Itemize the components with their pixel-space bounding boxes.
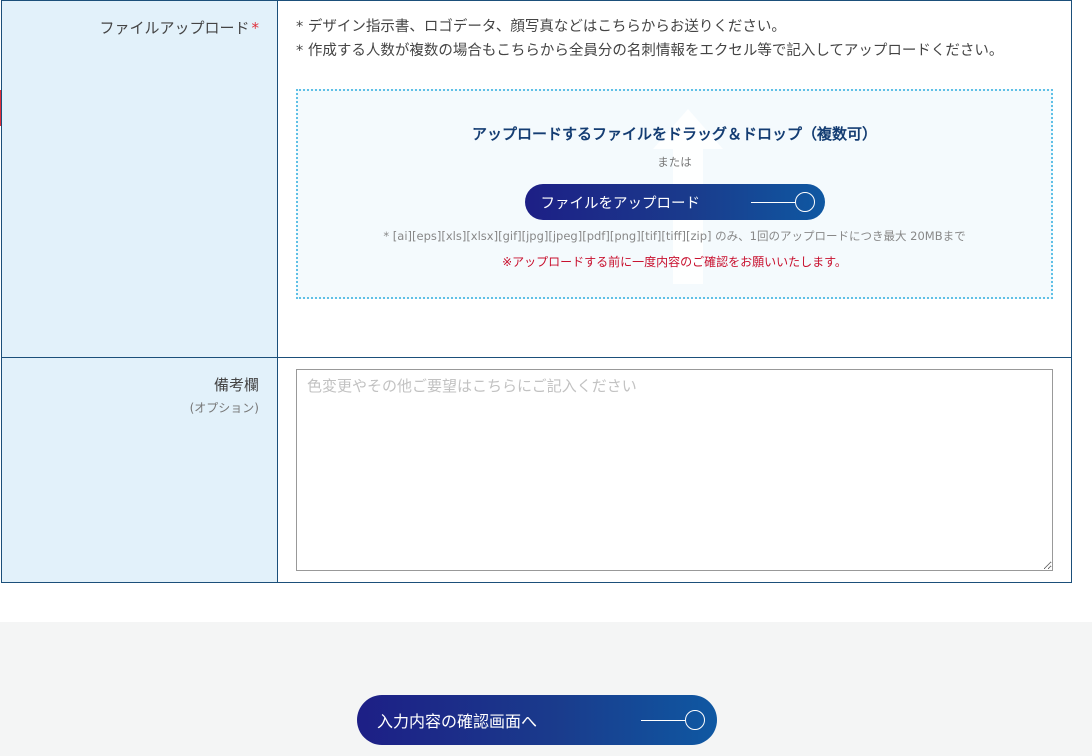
arrow-circle-icon [750, 192, 815, 212]
dropzone-or-text: または [657, 155, 692, 169]
remarks-label-cell: 備考欄 (オプション) [2, 358, 278, 582]
upload-file-button[interactable]: ファイルをアップロード [524, 184, 825, 220]
submit-section: 入力内容の確認画面へ [0, 622, 1092, 756]
dropzone-title: アップロードするファイルをドラッグ＆ドロップ（複数可） [471, 125, 877, 143]
file-upload-label: ファイルアップロード [99, 19, 250, 37]
remarks-row: 備考欄 (オプション) [2, 357, 1071, 582]
upload-warning-text: ※アップロードする前に一度内容のご確認をお願いいたします。 [502, 255, 847, 269]
file-dropzone[interactable]: アップロードするファイルをドラッグ＆ドロップ（複数可） または ファイルをアップ… [296, 89, 1053, 299]
arrow-circle-icon [641, 710, 705, 730]
remarks-textarea[interactable] [296, 369, 1053, 571]
remarks-optional-label: (オプション) [189, 401, 259, 415]
upload-note-1: * デザイン指示書、ロゴデータ、顔写真などはこちらからお送りください。 [296, 19, 786, 35]
upload-file-button-label: ファイルをアップロード [540, 195, 701, 212]
remarks-content [278, 358, 1071, 582]
allowed-formats-text: * [ai][eps][xls][xlsx][gif][jpg][jpeg][p… [383, 229, 966, 243]
form-table: ファイルアップロード * * デザイン指示書、ロゴデータ、顔写真などはこちらからお… [1, 0, 1072, 583]
file-upload-row: ファイルアップロード * * デザイン指示書、ロゴデータ、顔写真などはこちらからお… [2, 0, 1071, 357]
file-upload-content: * デザイン指示書、ロゴデータ、顔写真などはこちらからお送りください。 * 作成… [278, 1, 1071, 357]
confirm-input-button[interactable]: 入力内容の確認画面へ [357, 695, 717, 745]
upload-note-2: * 作成する人数が複数の場合もこちらから全員分の名刺情報をエクセル等で記入してア… [296, 43, 1004, 59]
remarks-label: 備考欄 [213, 376, 259, 394]
confirm-input-button-label: 入力内容の確認画面へ [377, 712, 538, 731]
file-upload-label-cell: ファイルアップロード * [2, 1, 278, 357]
required-mark: * [251, 19, 260, 37]
